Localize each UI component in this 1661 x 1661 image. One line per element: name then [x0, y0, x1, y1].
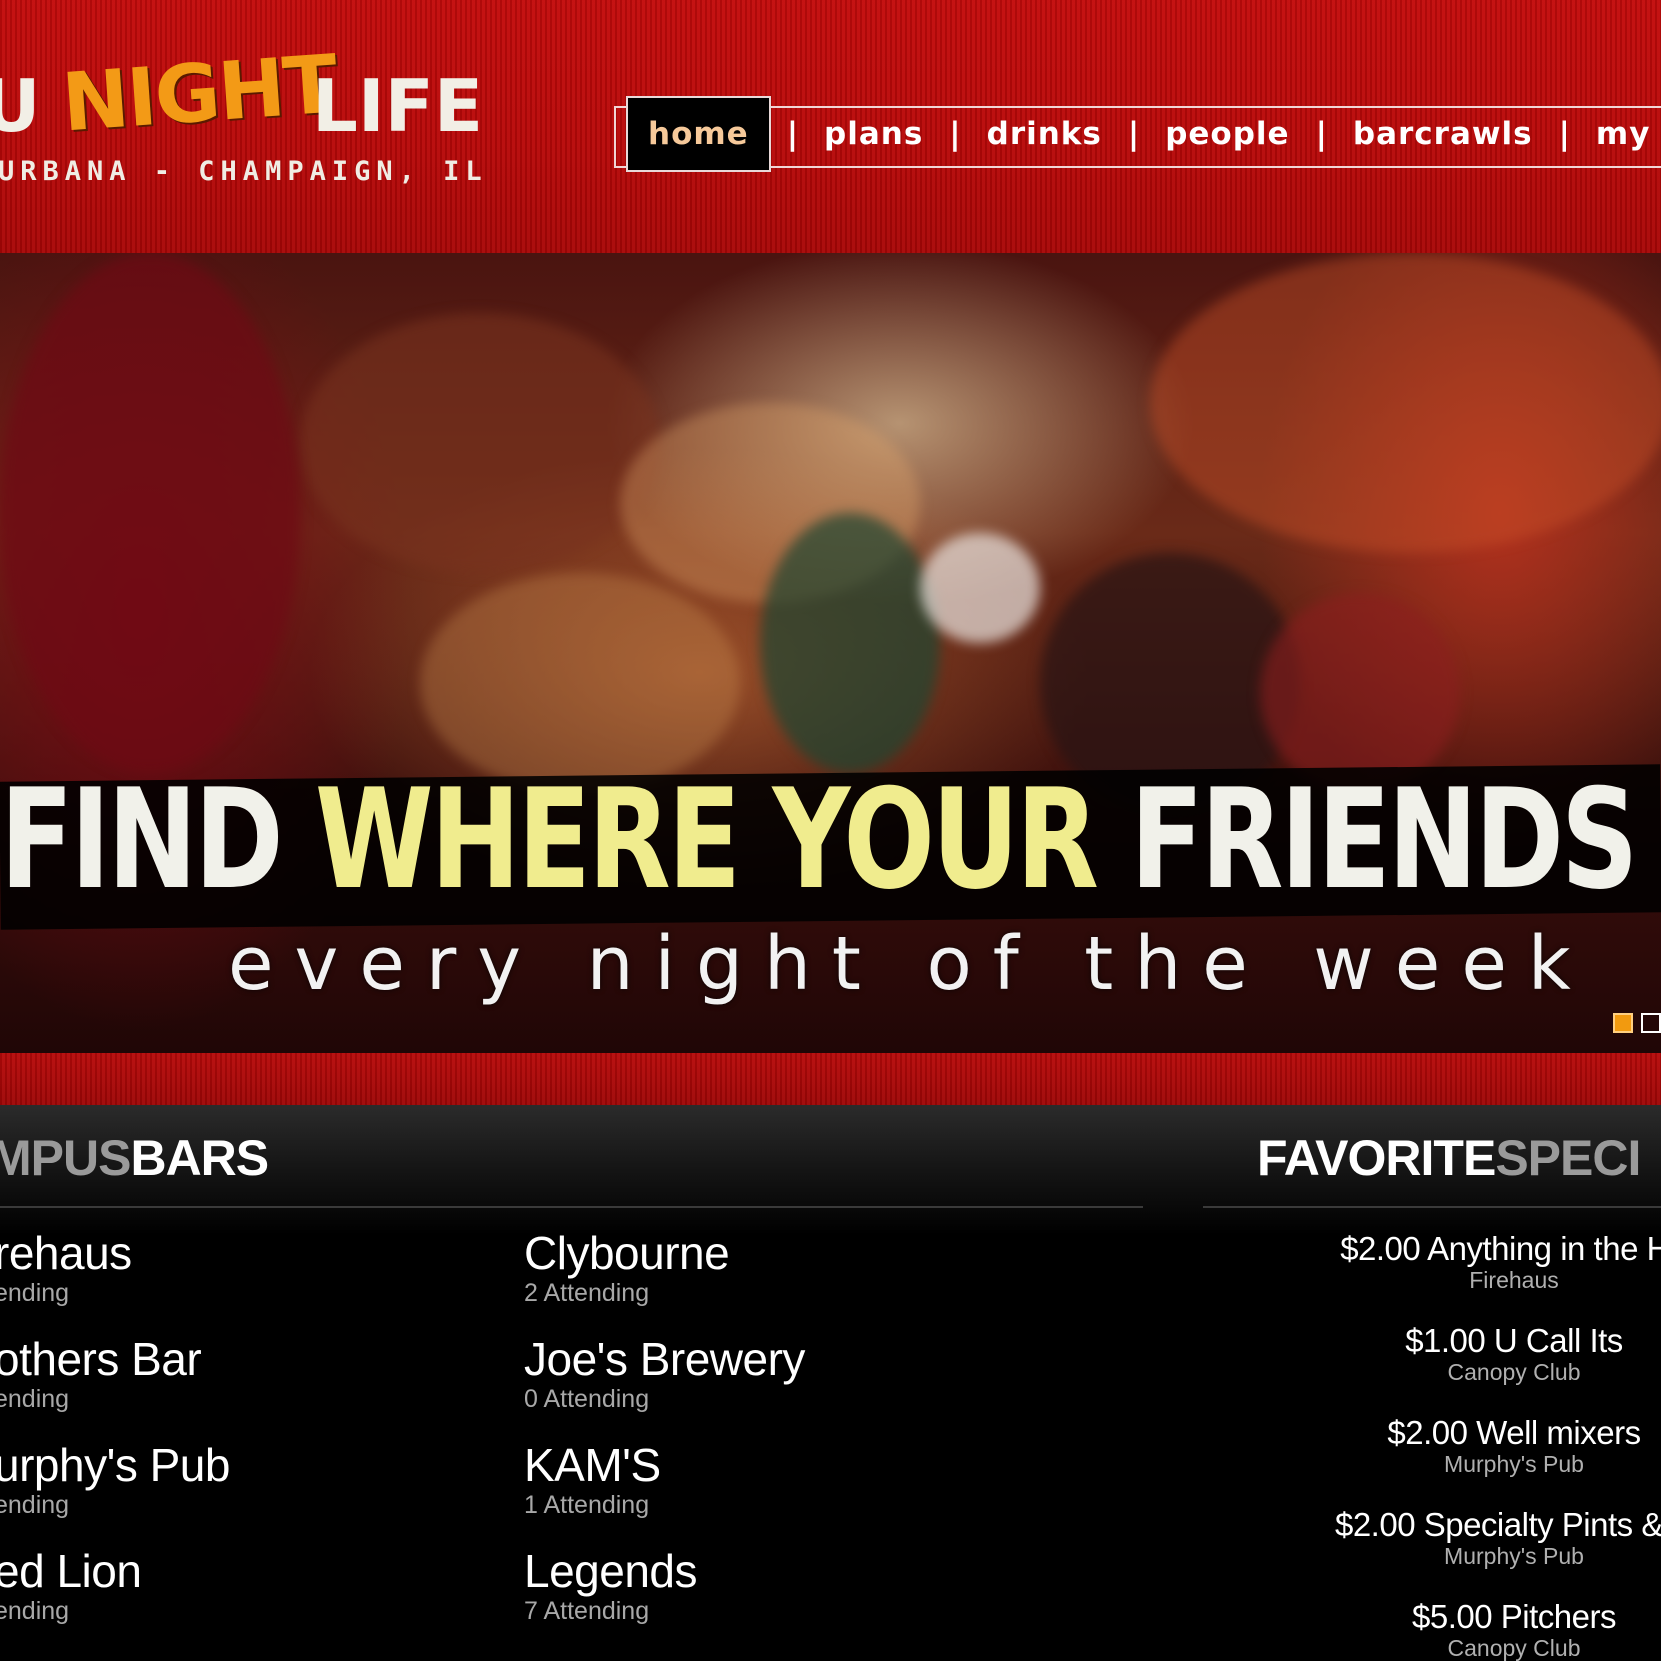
page: U NIGHT LIFE URBANA - CHAMPAIGN, IL home… [0, 0, 1661, 1661]
headline-part-where-your: WHERE YOUR [314, 759, 1131, 920]
bar-name: ed Lion [0, 1545, 142, 1597]
crowd-photo-shape [300, 313, 660, 573]
slide-indicator [1613, 1013, 1661, 1033]
crowd-photo-shape [760, 513, 940, 773]
bar-name: Legends [524, 1545, 698, 1597]
bar-list-item[interactable]: ed Lion ending [0, 1545, 142, 1626]
headline-part-friends: FRIENDS AR [1130, 759, 1661, 920]
logo-subtitle: URBANA - CHAMPAIGN, IL [0, 156, 488, 187]
heading-bold: BARS [130, 1130, 269, 1186]
crowd-photo-shape [0, 253, 300, 773]
nav-my-page[interactable]: my p [1580, 116, 1661, 152]
bar-name: others Bar [0, 1333, 202, 1385]
divider [1203, 1206, 1661, 1208]
hero-subline: every night of the week [228, 921, 1592, 1007]
special-venue: Canopy Club [1447, 1359, 1581, 1385]
bar-attending: 0 Attending [524, 1385, 650, 1413]
special-venue: Canopy Club [1447, 1635, 1581, 1661]
divider-band [0, 1053, 1661, 1105]
bar-attending: 2 Attending [524, 1279, 650, 1307]
bar-list-item[interactable]: Joe's Brewery 0 Attending [524, 1334, 805, 1414]
nav-separator: | [1127, 116, 1140, 152]
content-area: MPUSBARS FAVORITESPECI rehaus ending oth… [0, 1105, 1661, 1661]
special-title: $2.00 Well mixers [1387, 1414, 1641, 1451]
favorite-specials-heading: FAVORITESPECI [1257, 1129, 1641, 1187]
special-item[interactable]: $2.00 Anything in the Ho Firehaus [1234, 1230, 1661, 1294]
nav-separator: | [786, 116, 799, 152]
nav-home[interactable]: home [626, 96, 771, 172]
bar-name: rehaus [0, 1227, 132, 1279]
special-item[interactable]: $2.00 Well mixers Murphy's Pub [1234, 1414, 1661, 1478]
heading-bold: FAVORITE [1257, 1130, 1496, 1186]
bar-name: Joe's Brewery [524, 1333, 805, 1385]
headline-part-find: FIND [0, 759, 315, 920]
bar-list-item[interactable]: Legends 7 Attending [524, 1545, 698, 1626]
special-title: $5.00 Pitchers [1412, 1598, 1616, 1635]
nav-separator: | [949, 116, 961, 152]
special-item[interactable]: $1.00 U Call Its Canopy Club [1234, 1322, 1661, 1386]
crowd-photo-shape [920, 533, 1040, 643]
heading-light: MPUS [0, 1130, 131, 1186]
special-title: $2.00 Specialty Pints & B [1334, 1506, 1661, 1543]
nav-plans[interactable]: plans [808, 116, 939, 152]
logo-night: NIGHT [59, 37, 339, 150]
bar-list-item[interactable]: KAM'S 1 Attending [524, 1440, 661, 1520]
bar-attending: ending [0, 1279, 70, 1307]
nav-drinks[interactable]: drinks [971, 116, 1118, 152]
logo-life: LIFE [312, 64, 484, 148]
logo-u: U [0, 64, 40, 148]
hero-headline: FIND WHERE YOUR FRIENDS AR [0, 765, 1661, 915]
nav-people[interactable]: people [1149, 116, 1305, 152]
site-header: U NIGHT LIFE URBANA - CHAMPAIGN, IL home… [0, 0, 1661, 253]
special-title: $1.00 U Call Its [1405, 1322, 1623, 1359]
divider [0, 1206, 1143, 1208]
bar-name: Clybourne [524, 1227, 730, 1279]
special-venue: Firehaus [1469, 1267, 1559, 1293]
main-nav: home | plans | drinks | people | barcraw… [626, 96, 1661, 172]
bar-attending: ending [0, 1385, 70, 1413]
special-title: $2.00 Anything in the Ho [1340, 1230, 1661, 1267]
bar-list-item[interactable]: Clybourne 2 Attending [524, 1227, 730, 1308]
bar-name: KAM'S [524, 1439, 661, 1491]
slide-dot-1[interactable] [1613, 1013, 1633, 1033]
bar-list-item[interactable]: others Bar ending [0, 1333, 202, 1414]
special-venue: Murphy's Pub [1444, 1543, 1584, 1569]
bar-list-item[interactable]: rehaus ending [0, 1228, 132, 1308]
hero-banner[interactable]: FIND WHERE YOUR FRIENDS AR every night o… [0, 253, 1661, 1053]
nav-separator: | [1558, 116, 1570, 152]
bar-attending: ending [0, 1491, 70, 1519]
bar-list-item[interactable]: urphy's Pub ending [0, 1440, 230, 1520]
slide-dot-2[interactable] [1641, 1013, 1661, 1033]
nav-barcrawls[interactable]: barcrawls [1337, 116, 1549, 152]
crowd-photo-shape [1150, 253, 1661, 553]
site-logo[interactable]: U NIGHT LIFE URBANA - CHAMPAIGN, IL [0, 37, 484, 202]
bar-attending: 1 Attending [524, 1491, 650, 1519]
heading-light: SPECI [1495, 1130, 1641, 1186]
bar-name: urphy's Pub [0, 1439, 230, 1491]
nav-separator: | [1315, 116, 1327, 152]
bar-attending: 7 Attending [524, 1597, 650, 1625]
special-item[interactable]: $5.00 Pitchers Canopy Club [1234, 1599, 1661, 1661]
special-item[interactable]: $2.00 Specialty Pints & B Murphy's Pub [1234, 1506, 1661, 1570]
bar-attending: ending [0, 1597, 70, 1625]
special-venue: Murphy's Pub [1444, 1451, 1584, 1477]
campus-bars-heading: MPUSBARS [0, 1129, 269, 1187]
